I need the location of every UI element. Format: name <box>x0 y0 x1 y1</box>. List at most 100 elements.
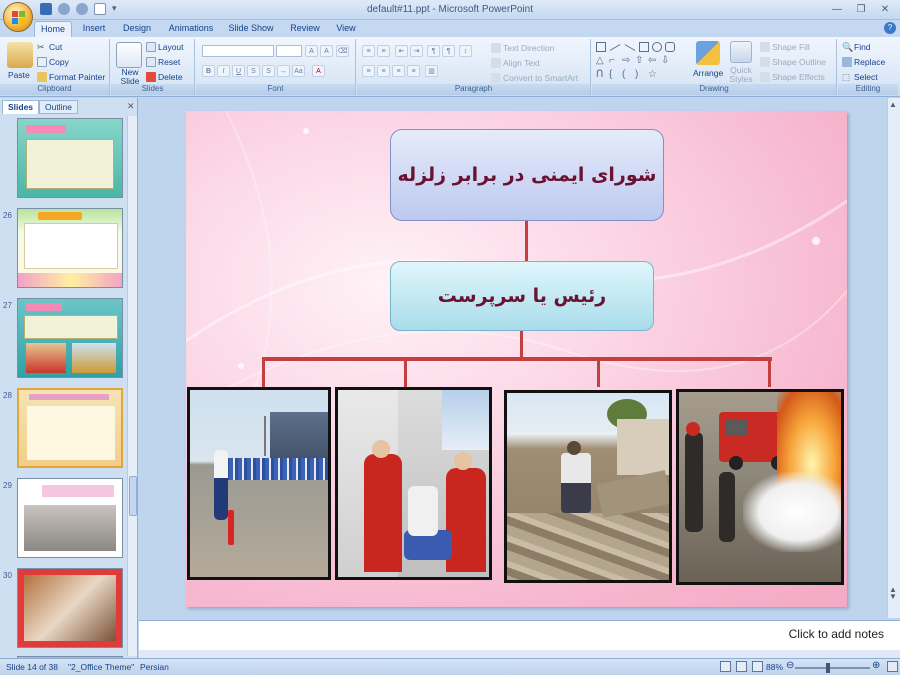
slide-thumbnail[interactable] <box>17 118 123 198</box>
minimize-icon[interactable]: — <box>826 2 848 16</box>
layout-button[interactable]: Layout <box>146 42 184 52</box>
tab-outline[interactable]: Outline <box>39 100 78 114</box>
format-painter-button[interactable]: Format Painter <box>37 72 105 82</box>
notes-placeholder[interactable]: Click to add notes <box>789 627 884 641</box>
rtl-button[interactable]: ¶ <box>427 45 440 57</box>
current-slide[interactable]: شورای ایمنی در برابر زلزله رئیس یا سرپرس… <box>186 111 847 607</box>
text-direction-button[interactable]: Text Direction <box>491 43 555 53</box>
slide-title-box[interactable]: شورای ایمنی در برابر زلزله <box>390 129 664 221</box>
paren-shape-icon[interactable]: ( <box>622 70 632 80</box>
notes-pane[interactable]: Click to add notes <box>139 620 900 650</box>
curve-shape-icon[interactable]: ᑎ <box>596 70 606 80</box>
shape-outline-button[interactable]: Shape Outline <box>760 57 826 67</box>
bullets-button[interactable]: ≡ <box>362 45 375 57</box>
close-icon[interactable]: ✕ <box>874 2 896 16</box>
photo-firefighters[interactable] <box>676 389 844 585</box>
photo-extinguisher-training[interactable] <box>187 387 331 580</box>
close-panel-icon[interactable]: ✕ <box>127 101 135 112</box>
convert-smartart-button[interactable]: Convert to SmartArt <box>491 73 578 83</box>
maximize-icon[interactable]: ❐ <box>850 2 872 16</box>
select-button[interactable]: ⬚ Select <box>842 72 878 82</box>
copy-button[interactable]: Copy <box>37 57 69 67</box>
cut-button[interactable]: ✂ Cut <box>37 42 62 52</box>
slide-sorter-icon[interactable] <box>736 661 747 672</box>
new-slide-icon[interactable] <box>116 42 142 68</box>
language[interactable]: Persian <box>140 662 169 672</box>
tab-insert[interactable]: Insert <box>76 21 112 37</box>
shape-fill-button[interactable]: Shape Fill <box>760 42 810 52</box>
tab-slide-show[interactable]: Slide Show <box>224 21 278 37</box>
columns-button[interactable]: ▥ <box>425 65 438 77</box>
reset-button[interactable]: Reset <box>146 57 180 67</box>
underline-button[interactable]: U <box>232 65 245 77</box>
shape-effects-button[interactable]: Shape Effects <box>760 72 825 82</box>
decrease-indent-button[interactable]: ⇤ <box>395 45 408 57</box>
arrange-button[interactable]: Arrange <box>693 68 723 78</box>
justify-button[interactable]: ≡ <box>407 65 420 77</box>
align-center-button[interactable]: ≡ <box>377 65 390 77</box>
vertical-scrollbar[interactable]: ▲ ▲ ▼ <box>887 98 900 618</box>
slide-thumbnail[interactable] <box>17 478 123 558</box>
slide-thumbnail[interactable] <box>17 298 123 378</box>
tab-home[interactable]: Home <box>34 21 72 37</box>
change-case-button[interactable]: Aa <box>292 65 305 77</box>
align-right-button[interactable]: ≡ <box>392 65 405 77</box>
tab-view[interactable]: View <box>331 21 361 37</box>
quick-styles-button[interactable]: Quick Styles <box>727 66 755 84</box>
font-color-button[interactable]: A <box>312 65 325 77</box>
elbow-shape-icon[interactable]: ⌐ <box>609 56 619 66</box>
slide-thumbnail[interactable] <box>17 568 123 648</box>
tab-animations[interactable]: Animations <box>163 21 219 37</box>
find-button[interactable]: 🔍 Find <box>842 42 871 52</box>
slide-thumbnail[interactable] <box>17 388 123 468</box>
zoom-in-icon[interactable]: ⊕ <box>872 660 880 671</box>
grow-font-button[interactable]: A <box>305 45 318 57</box>
paste-icon[interactable] <box>7 42 33 68</box>
star-shape-icon[interactable]: ☆ <box>648 70 658 80</box>
paste-button[interactable]: Paste <box>8 70 30 80</box>
line-shape-icon[interactable] <box>609 44 621 51</box>
shapes-gallery[interactable]: △ ⌐ ⇨ ⇧ ⇦ ⇩ ᑎ { ( ) ☆ <box>596 42 688 82</box>
slide-thumbnail[interactable] <box>17 208 123 288</box>
fit-slide-icon[interactable] <box>887 661 898 672</box>
align-text-button[interactable]: Align Text <box>491 58 540 68</box>
normal-view-icon[interactable] <box>720 661 731 672</box>
quick-styles-icon[interactable] <box>730 41 752 63</box>
tab-slides[interactable]: Slides <box>2 100 40 114</box>
photo-earthquake-rubble[interactable] <box>504 390 672 583</box>
triangle-shape-icon[interactable]: △ <box>596 56 606 66</box>
delete-button[interactable]: Delete <box>146 72 183 82</box>
line2-shape-icon[interactable] <box>624 44 636 51</box>
help-icon[interactable]: ? <box>884 22 896 34</box>
clear-format-button[interactable]: ⌫ <box>336 45 349 57</box>
bracket-shape-icon[interactable]: { <box>609 70 619 80</box>
photo-red-crescent-rescue[interactable] <box>335 387 492 580</box>
increase-indent-button[interactable]: ⇥ <box>410 45 423 57</box>
align-left-button[interactable]: ≡ <box>362 65 375 77</box>
zoom-slider[interactable] <box>795 667 870 669</box>
zoom-out-icon[interactable]: ⊖ <box>786 660 794 671</box>
arrange-icon[interactable] <box>696 41 720 65</box>
zoom-slider-knob[interactable] <box>826 663 830 673</box>
strikethrough-button[interactable]: S <box>247 65 260 77</box>
arrow-down-shape-icon[interactable]: ⇩ <box>661 56 671 66</box>
zoom-level[interactable]: 88% <box>766 662 783 672</box>
italic-button[interactable]: I <box>217 65 230 77</box>
ltr-button[interactable]: ¶ <box>442 45 455 57</box>
arrow-left-shape-icon[interactable]: ⇦ <box>648 56 658 66</box>
tab-review[interactable]: Review <box>285 21 325 37</box>
office-button[interactable] <box>3 2 33 32</box>
horizontal-scrollbar[interactable] <box>139 650 900 658</box>
slide-subtitle-box[interactable]: رئیس یا سرپرست <box>390 261 654 331</box>
rounded-rect-shape-icon[interactable] <box>665 42 675 52</box>
font-size-combo[interactable] <box>276 45 302 57</box>
oval-shape-icon[interactable] <box>652 42 662 52</box>
slideshow-view-icon[interactable] <box>752 661 763 672</box>
shrink-font-button[interactable]: A <box>320 45 333 57</box>
arrow-up-shape-icon[interactable]: ⇧ <box>635 56 645 66</box>
textbox-shape-icon[interactable] <box>596 42 606 52</box>
shadow-button[interactable]: S <box>262 65 275 77</box>
arrow-right-shape-icon[interactable]: ⇨ <box>622 56 632 66</box>
numbering-button[interactable]: ≡ <box>377 45 390 57</box>
spacing-button[interactable]: ↔ <box>277 65 290 77</box>
